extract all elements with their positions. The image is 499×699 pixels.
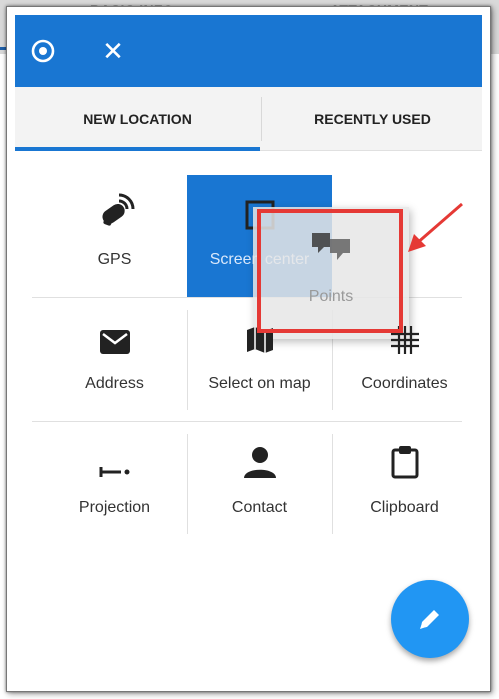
option-projection[interactable]: Projection: [42, 423, 187, 545]
location-tabs: NEW LOCATION RECENTLY USED: [15, 87, 482, 151]
option-label: Contact: [231, 499, 288, 516]
option-label: Clipboard: [370, 499, 439, 516]
option-address[interactable]: Address: [42, 299, 187, 421]
satellite-icon: [95, 175, 135, 237]
option-coordinates[interactable]: Coordinates: [332, 299, 477, 421]
option-clipboard[interactable]: Clipboard: [332, 423, 477, 545]
envelope-icon: [99, 299, 131, 361]
option-gps[interactable]: GPS: [42, 175, 187, 297]
tab-new-location[interactable]: NEW LOCATION: [15, 87, 260, 151]
tab-divider: [261, 97, 262, 141]
pencil-icon: [420, 610, 439, 629]
option-label: Coordinates: [361, 375, 448, 392]
points-icon: [308, 229, 354, 270]
option-label: Address: [85, 375, 144, 392]
option-label: Select on map: [208, 375, 311, 392]
grid-divider: [32, 421, 462, 422]
close-icon[interactable]: ✕: [85, 15, 141, 87]
projection-icon: [99, 423, 131, 485]
option-label: GPS: [97, 251, 132, 268]
clipboard-icon: [391, 423, 419, 485]
dialog-toolbar: ✕: [15, 15, 482, 87]
map-icon: [245, 299, 275, 361]
annotation-arrow: [408, 202, 463, 252]
option-contact[interactable]: Contact: [187, 423, 332, 545]
grid-icon: [390, 299, 420, 361]
tab-recently-used[interactable]: RECENTLY USED: [263, 87, 482, 151]
target-icon[interactable]: [15, 15, 71, 87]
option-select-on-map[interactable]: Select on map: [187, 299, 332, 421]
option-label: Projection: [78, 499, 151, 516]
edit-fab-button[interactable]: [391, 580, 469, 658]
person-icon: [242, 423, 278, 485]
active-tab-indicator: [15, 147, 260, 151]
